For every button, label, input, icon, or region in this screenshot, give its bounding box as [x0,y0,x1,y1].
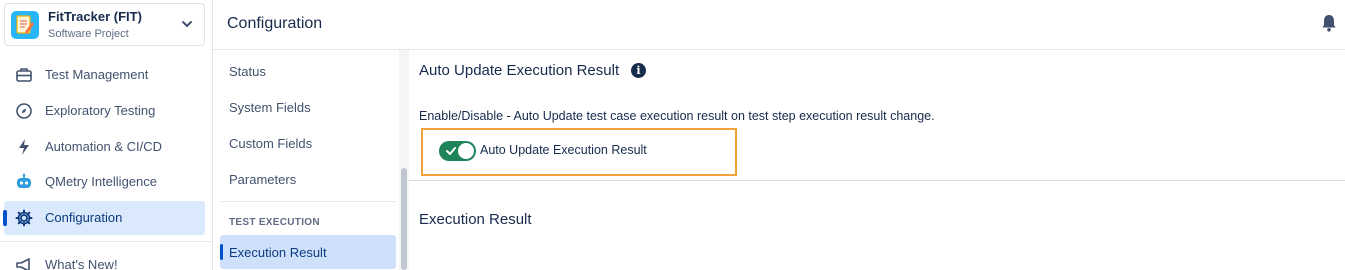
config-nav-label: Custom Fields [229,136,313,151]
gear-icon [15,209,33,227]
sidebar-item-label: QMetry Intelligence [45,174,157,189]
toggle-label[interactable]: Auto Update Execution Result [480,143,647,157]
compass-icon [16,103,32,119]
config-nav-item-system-fields[interactable]: System Fields [220,90,396,124]
toggle-highlight-box: Auto Update Execution Result [421,128,737,176]
sidebar-item-label: Exploratory Testing [45,103,156,118]
sidebar-item-label: What's New! [45,257,118,270]
auto-update-toggle[interactable] [439,141,476,161]
sidebar-item-test-management[interactable]: Test Management [4,58,205,92]
sidebar-item-qmetry-intelligence[interactable]: QMetry Intelligence [4,165,205,199]
config-nav-item-status[interactable]: Status [220,54,396,88]
sidebar-item-label: Automation & CI/CD [45,139,163,154]
config-nav-group-heading: TEST EXECUTION [229,217,320,228]
config-nav-divider [220,201,396,202]
configuration-nav: Status System Fields Custom Fields Param… [213,50,409,270]
lightning-icon [19,139,29,155]
sidebar-item-configuration[interactable]: Configuration [3,201,205,235]
section-description: Enable/Disable - Auto Update test case e… [419,109,935,123]
config-nav-item-custom-fields[interactable]: Custom Fields [220,126,396,160]
project-type: Software Project [48,28,129,40]
project-sidebar: FitTracker (FIT) Software Project Test M… [0,0,213,270]
chevron-down-icon [182,21,192,28]
active-indicator [220,244,223,260]
active-indicator [3,210,7,226]
section-divider [409,180,1345,181]
info-icon[interactable]: i [631,63,646,78]
config-nav-item-execution-result[interactable]: Execution Result [220,235,396,269]
section-title-execution-result: Execution Result [419,211,532,228]
page-title: Configuration [227,15,323,32]
config-nav-label: Status [229,64,266,79]
toggle-knob [458,143,474,159]
check-icon [446,147,456,155]
config-nav-label: Parameters [229,172,297,187]
sidebar-item-label: Configuration [45,210,123,225]
page-header: Configuration [213,0,1345,50]
project-switcher[interactable]: FitTracker (FIT) Software Project [4,3,205,46]
section-title: Auto Update Execution Result [419,62,620,79]
project-name: FitTracker (FIT) [48,9,142,24]
project-logo-icon [11,11,39,39]
sidebar-divider [0,241,212,242]
main-content: Auto Update Execution Result i Enable/Di… [409,50,1345,270]
robot-icon [17,173,31,188]
config-nav-scroll-thumb[interactable] [401,168,407,270]
sidebar-item-exploratory-testing[interactable]: Exploratory Testing [4,94,205,128]
config-nav-label: Execution Result [229,245,327,260]
toolbox-icon [16,68,32,82]
config-nav-item-parameters[interactable]: Parameters [220,162,396,196]
sidebar-item-label: Test Management [45,67,149,82]
sidebar-item-automation[interactable]: Automation & CI/CD [4,130,205,164]
megaphone-icon [16,258,30,270]
sidebar-item-whats-new[interactable]: What's New! [4,248,205,270]
config-nav-label: System Fields [229,100,311,115]
bell-icon[interactable] [1321,14,1337,32]
